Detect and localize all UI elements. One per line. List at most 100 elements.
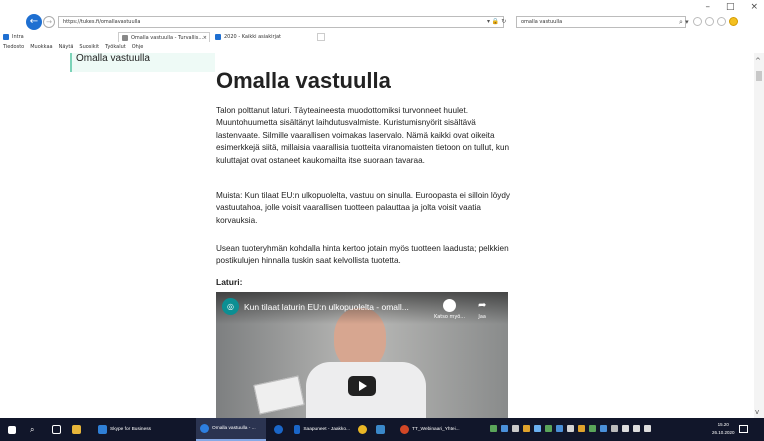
- watch-later-button[interactable]: Katso myö...: [434, 299, 465, 320]
- back-arrow-icon[interactable]: ←: [26, 14, 42, 30]
- url-input[interactable]: https://tukes.fi/omallavastuulla: [58, 16, 504, 28]
- system-clock[interactable]: 15.20 26.10.2020: [712, 421, 735, 437]
- taskbar-label: Saapuneet - Jaakko...: [303, 427, 350, 432]
- taskbar: ⌕ Skype for Business Omalla vastuulla - …: [0, 418, 764, 441]
- tab-label: Intra: [12, 34, 24, 40]
- taskbar-label: TT_Webinaari_Yhtei...: [412, 427, 460, 432]
- section-label: Laturi:: [216, 277, 243, 287]
- tray-icon[interactable]: [501, 425, 508, 432]
- folder-icon: [72, 425, 81, 434]
- menu-edit[interactable]: Muokkaa: [30, 43, 52, 52]
- tray-icon[interactable]: [567, 425, 574, 432]
- tab-omalla-vastuulla[interactable]: Omalla vastuulla - Turvallis... ×: [118, 32, 210, 42]
- tab-favicon-icon: [3, 34, 9, 40]
- video-player[interactable]: ◎ Kun tilaat laturin EU:n ulkopuolelta -…: [216, 292, 508, 418]
- tray-icon[interactable]: [578, 425, 585, 432]
- search-input[interactable]: omalla vastuulla: [516, 16, 686, 28]
- menu-help[interactable]: Ohje: [132, 43, 144, 52]
- home-icon[interactable]: [693, 17, 702, 26]
- start-button[interactable]: [8, 418, 16, 441]
- tray-icon[interactable]: [534, 425, 541, 432]
- notifications-icon[interactable]: [739, 425, 748, 433]
- tray-icon[interactable]: [490, 425, 497, 432]
- tab-favicon-icon: [215, 34, 221, 40]
- powerpoint-icon: [400, 425, 409, 434]
- menu-tools[interactable]: Työkalut: [105, 43, 126, 52]
- address-row: ← → https://tukes.fi/omallavastuulla ▾ 🔒…: [0, 12, 764, 32]
- task-view-button[interactable]: [52, 418, 61, 441]
- paragraph-intro: Talon polttanut laturi. Täyteaineesta mu…: [216, 106, 510, 165]
- close-button[interactable]: ×: [750, 2, 758, 12]
- tab-close-icon[interactable]: ×: [203, 33, 207, 42]
- paragraph-price: Usean tuoteryhmän kohdalla hinta kertoo …: [216, 244, 509, 266]
- scroll-up-icon[interactable]: ^: [755, 57, 761, 65]
- taskbar-chrome[interactable]: [358, 418, 367, 441]
- tab-label: 2020 - Kaikki asiakirjat: [224, 34, 281, 40]
- tray-icon[interactable]: [589, 425, 596, 432]
- page-title: Omalla vastuulla: [216, 68, 391, 93]
- menu-file[interactable]: Tiedosto: [3, 43, 24, 52]
- taskbar-outlook[interactable]: Saapuneet - Jaakko...: [290, 418, 354, 441]
- search-icon[interactable]: ⌕ ▾: [679, 16, 689, 28]
- app-icon: [376, 425, 385, 434]
- file-explorer-button[interactable]: [72, 418, 81, 441]
- browser-window: – □ × ← → https://tukes.fi/omallavastuul…: [0, 0, 764, 441]
- tray-icon[interactable]: [523, 425, 530, 432]
- tray-icon[interactable]: [545, 425, 552, 432]
- tray-icon[interactable]: [556, 425, 563, 432]
- tab-label: Omalla vastuulla - Turvallis...: [131, 35, 204, 41]
- search-icon: ⌕: [30, 424, 35, 434]
- scroll-down-icon[interactable]: v: [755, 408, 759, 416]
- video-title[interactable]: Kun tilaat laturin EU:n ulkopuolelta - o…: [244, 302, 409, 312]
- sidebar-nav-item[interactable]: Omalla vastuulla: [70, 53, 215, 72]
- feedback-smiley-icon[interactable]: [729, 17, 738, 26]
- volume-icon[interactable]: [644, 425, 651, 432]
- windows-logo-icon: [8, 425, 16, 434]
- taskbar-app[interactable]: [376, 418, 385, 441]
- taskbar-edge[interactable]: [270, 418, 287, 441]
- system-tray: [490, 425, 651, 432]
- share-arrow-icon: ➦: [478, 300, 487, 311]
- tray-icon[interactable]: [611, 425, 618, 432]
- tab-asiakirjat[interactable]: 2020 - Kaikki asiakirjat: [212, 32, 312, 42]
- minimize-button[interactable]: –: [705, 2, 710, 12]
- tab-bar: Intra Omalla vastuulla - Turvallis... × …: [0, 32, 764, 42]
- channel-logo-icon[interactable]: ◎: [222, 298, 239, 315]
- taskbar-label: Skype for Business: [110, 427, 152, 432]
- tab-favicon-icon: [122, 35, 128, 41]
- share-label: Jaa: [478, 314, 486, 320]
- new-tab-button[interactable]: [317, 33, 325, 41]
- menu-favorites[interactable]: Suosikit: [79, 43, 99, 52]
- window-controls: – □ ×: [705, 2, 758, 12]
- favorites-star-icon[interactable]: [705, 17, 714, 26]
- chrome-icon: [358, 425, 367, 434]
- taskbar-label: Omalla vastuulla - ...: [212, 426, 256, 431]
- share-button[interactable]: ➦ Jaa: [478, 299, 486, 320]
- battery-icon[interactable]: [622, 425, 629, 432]
- menu-view[interactable]: Näytä: [59, 43, 74, 52]
- page-content: Omalla vastuulla Omalla vastuulla Talon …: [0, 53, 754, 418]
- internet-explorer-icon: [200, 424, 209, 433]
- play-button[interactable]: [348, 376, 376, 396]
- vertical-scrollbar[interactable]: ^ v: [754, 53, 764, 418]
- tab-intra[interactable]: Intra: [0, 32, 118, 42]
- watch-later-label: Katso myö...: [434, 314, 466, 320]
- taskbar-skype[interactable]: Skype for Business: [94, 418, 190, 441]
- taskbar-powerpoint[interactable]: TT_Webinaari_Yhtei...: [396, 418, 468, 441]
- settings-gear-icon[interactable]: [717, 17, 726, 26]
- lock-refresh-icons[interactable]: ▾ 🔒 ↻: [487, 16, 506, 28]
- edge-icon: [274, 425, 283, 434]
- network-icon[interactable]: [633, 425, 640, 432]
- scroll-thumb[interactable]: [756, 71, 762, 81]
- tray-icon[interactable]: [512, 425, 519, 432]
- taskbar-search[interactable]: ⌕: [30, 418, 34, 441]
- clock-time: 15.20: [717, 422, 729, 427]
- forward-arrow-icon[interactable]: →: [43, 16, 55, 28]
- taskbar-ie[interactable]: Omalla vastuulla - ...: [196, 418, 266, 441]
- clock-date: 26.10.2020: [712, 430, 735, 435]
- clock-icon: [443, 299, 457, 312]
- maximize-button[interactable]: □: [726, 2, 735, 12]
- paragraph-responsibility: Muista: Kun tilaat EU:n ulkopuolelta, va…: [216, 191, 511, 225]
- skype-icon: [98, 425, 107, 434]
- tray-icon[interactable]: [600, 425, 607, 432]
